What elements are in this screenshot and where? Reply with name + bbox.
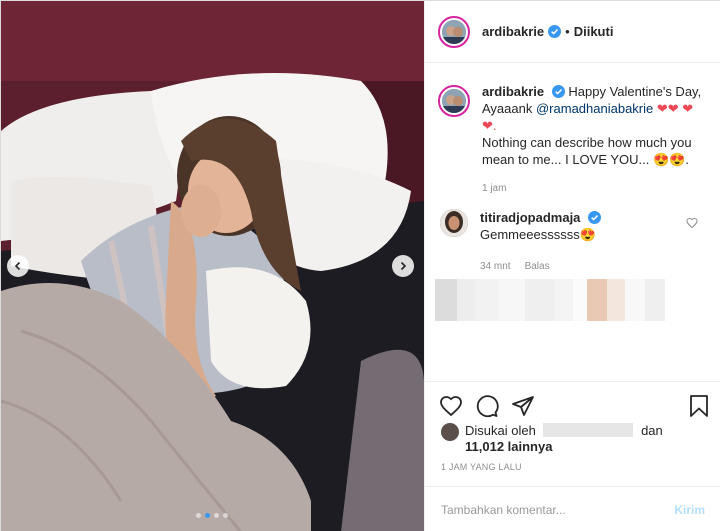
carousel-indicator bbox=[196, 513, 228, 518]
likes-prefix: Disukai oleh bbox=[465, 423, 536, 438]
liker-username-blurred[interactable] bbox=[543, 423, 634, 437]
comment-icon[interactable] bbox=[475, 394, 499, 418]
comment-meta: 34 mnt Balas bbox=[480, 258, 690, 275]
previous-slide-button[interactable] bbox=[7, 255, 29, 277]
post-sidebar: ardibakrie • Diikuti ardibakrie Happy Va… bbox=[424, 1, 720, 531]
post-photo bbox=[1, 1, 424, 531]
send-icon[interactable] bbox=[511, 394, 535, 418]
likes-text: Disukai oleh dan 11,012 lainnya bbox=[465, 423, 663, 455]
comment-like-heart-icon[interactable] bbox=[686, 217, 698, 229]
likes-summary: Disukai oleh dan 11,012 lainnya bbox=[441, 423, 663, 455]
caption-author-username[interactable]: ardibakrie bbox=[482, 84, 544, 99]
chevron-left-icon bbox=[14, 261, 21, 271]
post-media[interactable] bbox=[1, 1, 424, 531]
carousel-dot-active bbox=[205, 513, 210, 518]
verified-badge-icon bbox=[548, 25, 562, 38]
post-frame: ardibakrie • Diikuti ardibakrie Happy Va… bbox=[0, 0, 720, 531]
add-comment-input[interactable] bbox=[441, 502, 675, 517]
author-avatar-image bbox=[442, 19, 466, 44]
comment-text: Gemmeeessssss bbox=[480, 227, 580, 242]
post-header: ardibakrie • Diikuti bbox=[425, 1, 720, 63]
next-slide-button[interactable] bbox=[392, 255, 414, 277]
comment-item: titiradjopadmaja Gemmeeessssss😍 34 mnt B… bbox=[438, 209, 708, 275]
commenter-username[interactable]: titiradjopadmaja bbox=[480, 210, 580, 225]
header-separator: • bbox=[565, 24, 570, 39]
carousel-dot bbox=[214, 513, 219, 518]
author-username[interactable]: ardibakrie bbox=[482, 24, 544, 39]
carousel-dot bbox=[196, 513, 201, 518]
commenter-avatar[interactable] bbox=[440, 209, 468, 237]
post-comment-button[interactable]: Kirim bbox=[674, 503, 705, 517]
comment-time: 34 mnt bbox=[480, 261, 511, 272]
carousel-dot bbox=[223, 513, 228, 518]
liker-avatar[interactable] bbox=[441, 423, 459, 441]
caption-mention-link[interactable]: @ramadhaniabakrie bbox=[536, 101, 653, 116]
verified-badge-icon bbox=[588, 211, 602, 224]
likes-connector: dan bbox=[641, 423, 663, 438]
likes-count-link[interactable]: 11,012 lainnya bbox=[465, 439, 552, 454]
reply-button[interactable]: Balas bbox=[525, 258, 550, 275]
bookmark-icon[interactable] bbox=[687, 394, 711, 418]
caption-author-avatar-image bbox=[442, 89, 466, 113]
blurred-comment bbox=[435, 279, 665, 321]
heart-icon[interactable] bbox=[439, 394, 463, 418]
action-bar bbox=[425, 381, 720, 426]
comment-emoji: 😍 bbox=[579, 227, 596, 242]
verified-badge-icon bbox=[551, 85, 565, 98]
caption-emoji-end: 😍😍. bbox=[653, 152, 690, 167]
caption-author-avatar[interactable] bbox=[438, 85, 470, 117]
author-avatar[interactable] bbox=[438, 15, 470, 48]
caption-text: ardibakrie Happy Valentine's Day, Ayaaan… bbox=[482, 83, 704, 197]
caption-time: 1 jam bbox=[482, 183, 507, 194]
post-caption: ardibakrie Happy Valentine's Day, Ayaaan… bbox=[438, 83, 708, 197]
following-button[interactable]: Diikuti bbox=[574, 24, 614, 39]
comment-compose: Kirim bbox=[425, 486, 720, 531]
comment-content: titiradjopadmaja Gemmeeessssss😍 34 mnt B… bbox=[480, 209, 690, 275]
post-timestamp[interactable]: 1 JAM YANG LALU bbox=[441, 462, 522, 472]
chevron-right-icon bbox=[400, 261, 407, 271]
